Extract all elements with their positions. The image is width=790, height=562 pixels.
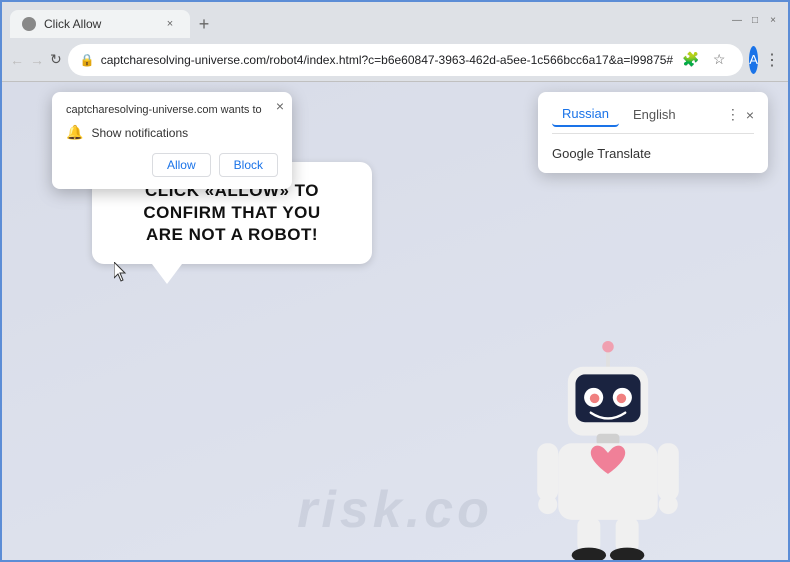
translate-tab-english[interactable]: English xyxy=(623,103,686,126)
tab-bar: Click Allow × + xyxy=(10,2,718,38)
page-body: risk.co × captcharesolving-universe.com … xyxy=(2,82,788,560)
window-close-button[interactable]: × xyxy=(766,13,780,27)
translate-title: Google Translate xyxy=(552,144,754,163)
popup-close-button[interactable]: × xyxy=(276,98,284,114)
permission-text: Show notifications xyxy=(91,126,188,140)
maximize-button[interactable]: □ xyxy=(748,13,762,27)
translate-close-icon[interactable]: × xyxy=(746,107,754,123)
url-text: captcharesolving-universe.com/robot4/ind… xyxy=(101,53,673,67)
new-tab-button[interactable]: + xyxy=(190,10,218,38)
browser-window: Click Allow × + — □ × ← → ↻ 🔒 captchares… xyxy=(0,0,790,562)
refresh-button[interactable]: ↻ xyxy=(50,46,62,74)
address-bar: ← → ↻ 🔒 captcharesolving-universe.com/ro… xyxy=(2,38,788,82)
translate-popup: Russian English ⋮ × Google Translate xyxy=(538,92,768,173)
extensions-icon[interactable]: 🧩 xyxy=(679,48,703,72)
minimize-button[interactable]: — xyxy=(730,13,744,27)
translate-options-icon[interactable]: ⋮ xyxy=(726,106,740,123)
robot-illustration xyxy=(528,340,688,540)
menu-button[interactable]: ⋮ xyxy=(764,46,780,74)
block-button[interactable]: Block xyxy=(219,153,278,177)
popup-buttons: Allow Block xyxy=(66,153,278,177)
popup-site-text: captcharesolving-universe.com wants to xyxy=(66,104,278,116)
url-actions: 🧩 ☆ xyxy=(679,48,731,72)
star-icon[interactable]: ☆ xyxy=(707,48,731,72)
tab-favicon xyxy=(22,17,36,31)
url-bar[interactable]: 🔒 captcharesolving-universe.com/robot4/i… xyxy=(68,44,743,76)
title-bar: Click Allow × + — □ × xyxy=(2,2,788,38)
translate-tab-russian[interactable]: Russian xyxy=(552,102,619,127)
tab-title: Click Allow xyxy=(44,17,154,31)
translate-tab-actions: ⋮ × xyxy=(726,106,754,123)
forward-button[interactable]: → xyxy=(30,46,44,74)
speech-line2: ARE NOT A ROBOT! xyxy=(146,225,318,244)
page-content: risk.co × captcharesolving-universe.com … xyxy=(2,82,788,560)
notification-popup: × captcharesolving-universe.com wants to… xyxy=(52,92,292,189)
window-controls: — □ × xyxy=(730,13,780,27)
active-tab[interactable]: Click Allow × xyxy=(10,10,190,38)
mouse-cursor xyxy=(114,262,128,282)
back-button[interactable]: ← xyxy=(10,46,24,74)
lock-icon: 🔒 xyxy=(80,53,95,67)
bell-icon: 🔔 xyxy=(66,124,83,141)
speech-text: CLICK «ALLOW» TO CONFIRM THAT YOU ARE NO… xyxy=(114,180,350,246)
translate-tabs: Russian English ⋮ × xyxy=(552,102,754,134)
profile-button[interactable]: A xyxy=(749,46,758,74)
popup-permission: 🔔 Show notifications xyxy=(66,124,278,141)
tab-close-button[interactable]: × xyxy=(162,16,178,32)
allow-button[interactable]: Allow xyxy=(152,153,211,177)
